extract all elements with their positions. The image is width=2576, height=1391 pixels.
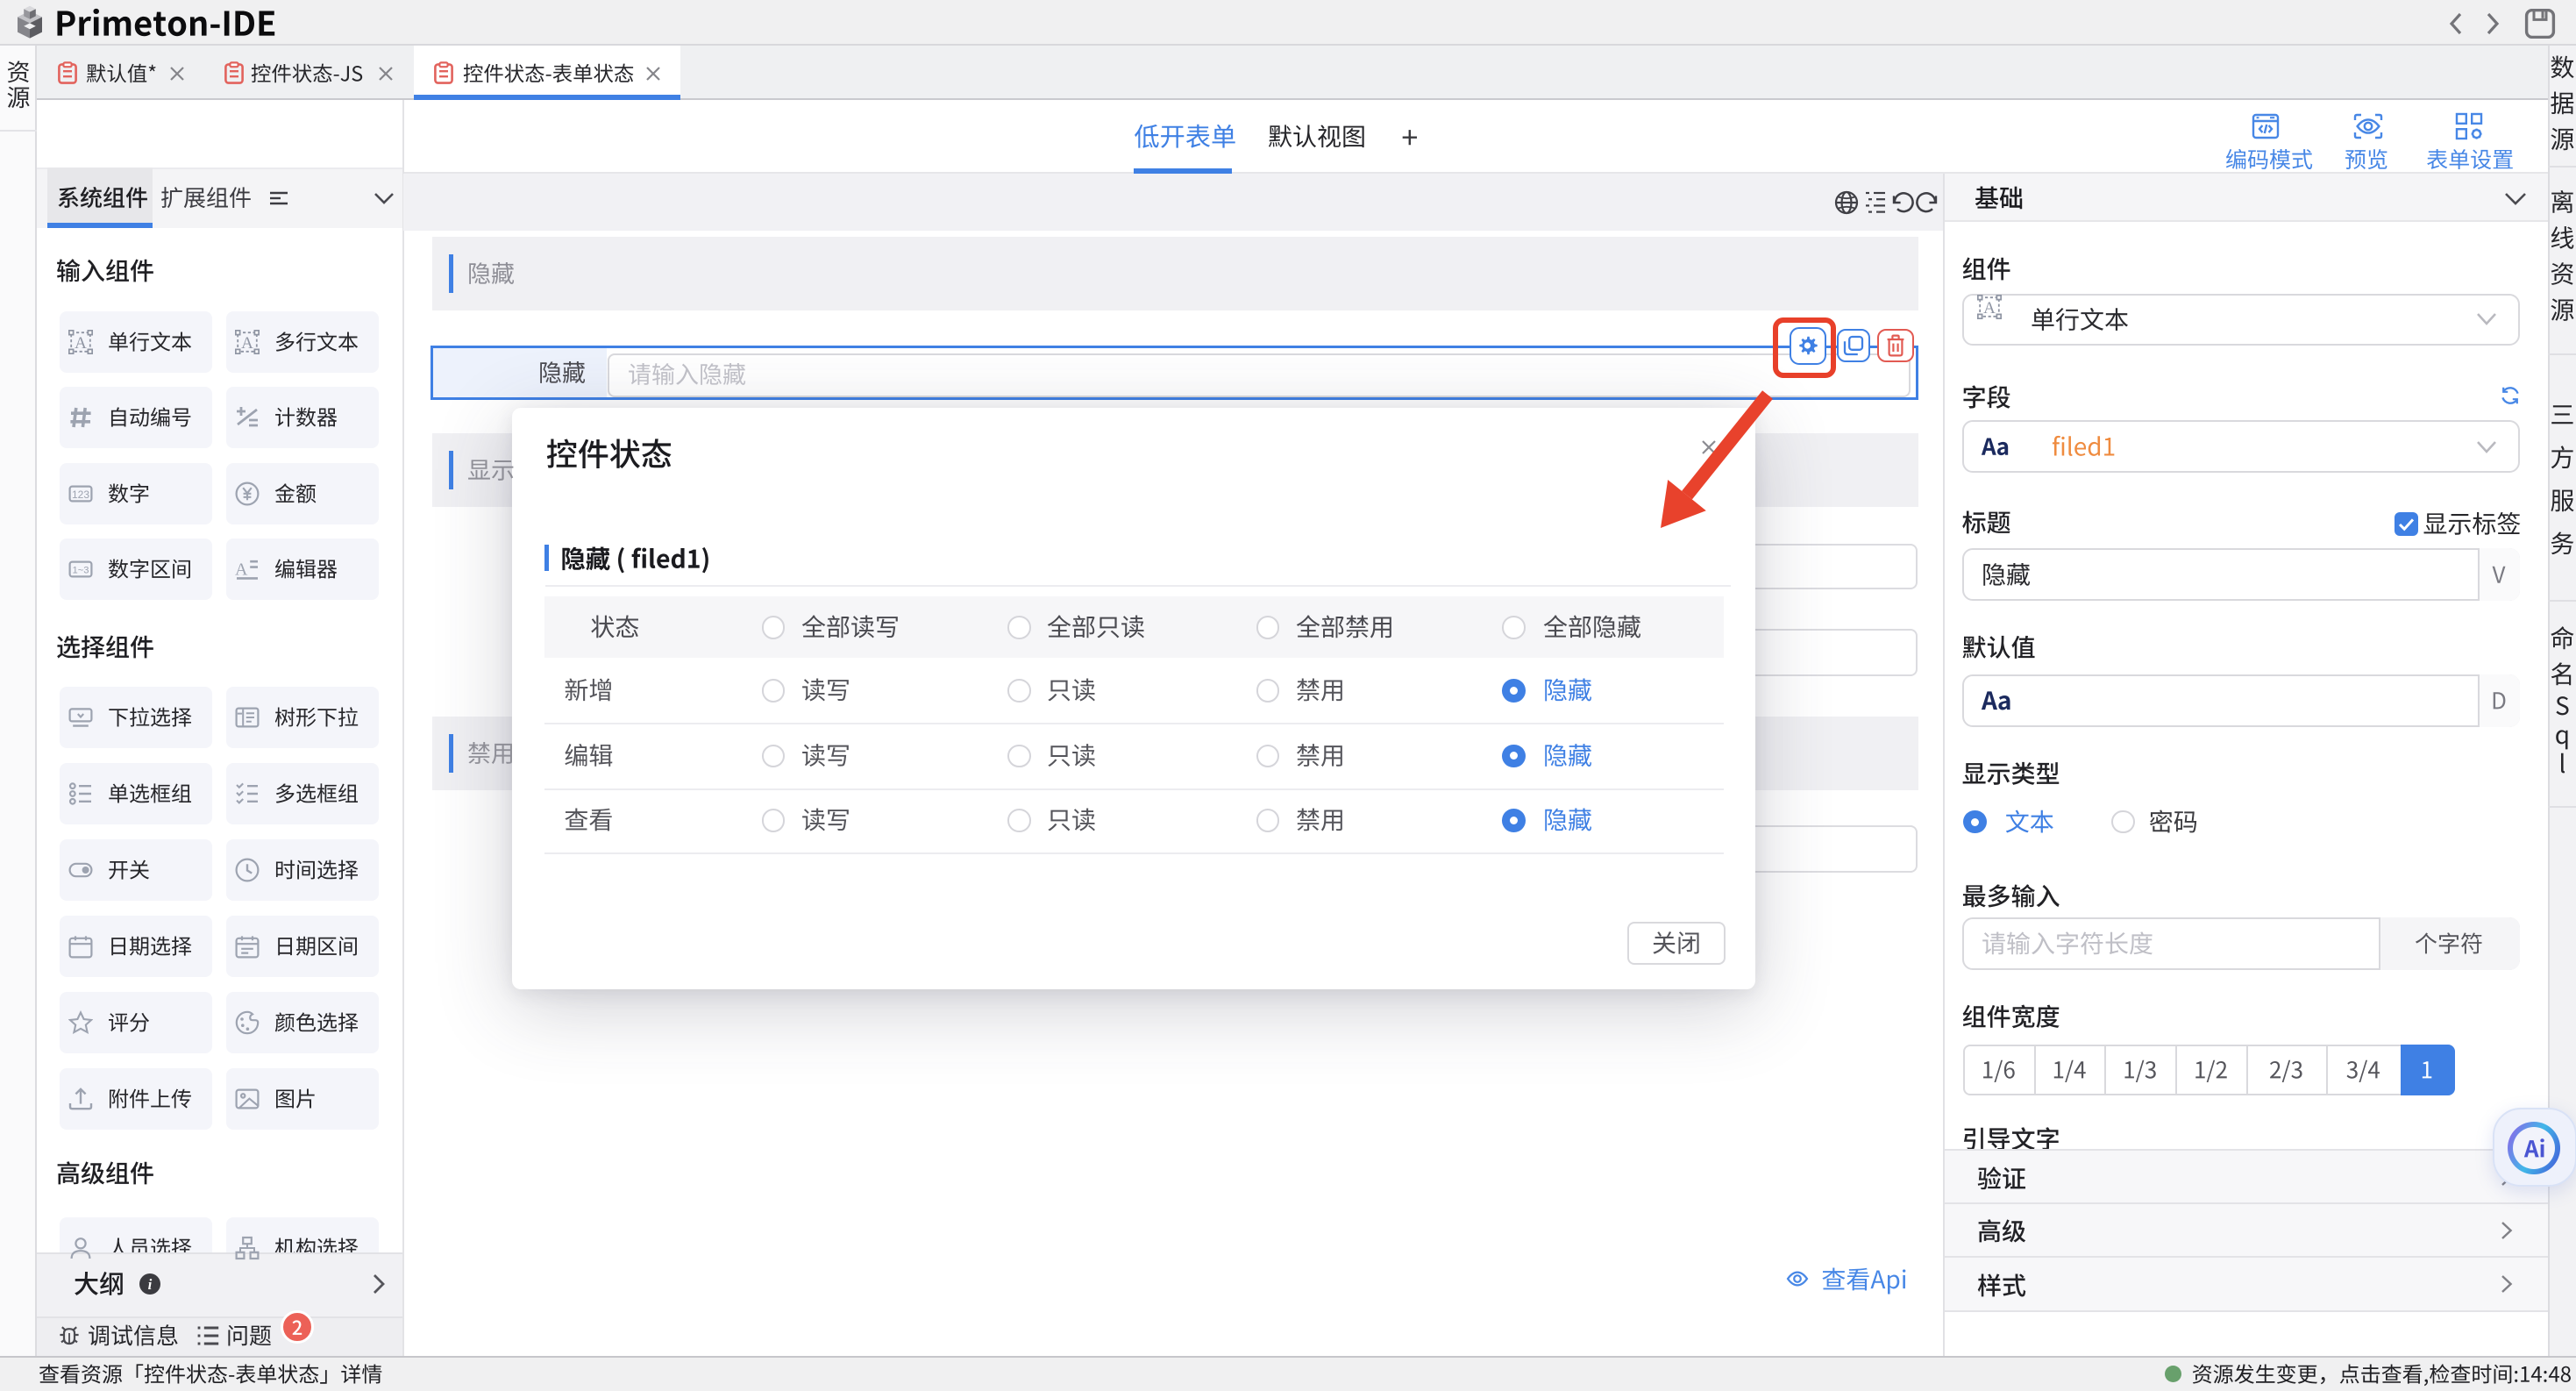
svg-text:i: i [148, 1276, 153, 1293]
svg-text:A: A [75, 334, 87, 353]
svg-text:A: A [1983, 299, 1996, 317]
svg-text:123: 123 [72, 489, 89, 501]
svg-text:A: A [235, 560, 248, 579]
svg-text:1~3: 1~3 [73, 566, 89, 576]
svg-text:A: A [241, 334, 253, 353]
